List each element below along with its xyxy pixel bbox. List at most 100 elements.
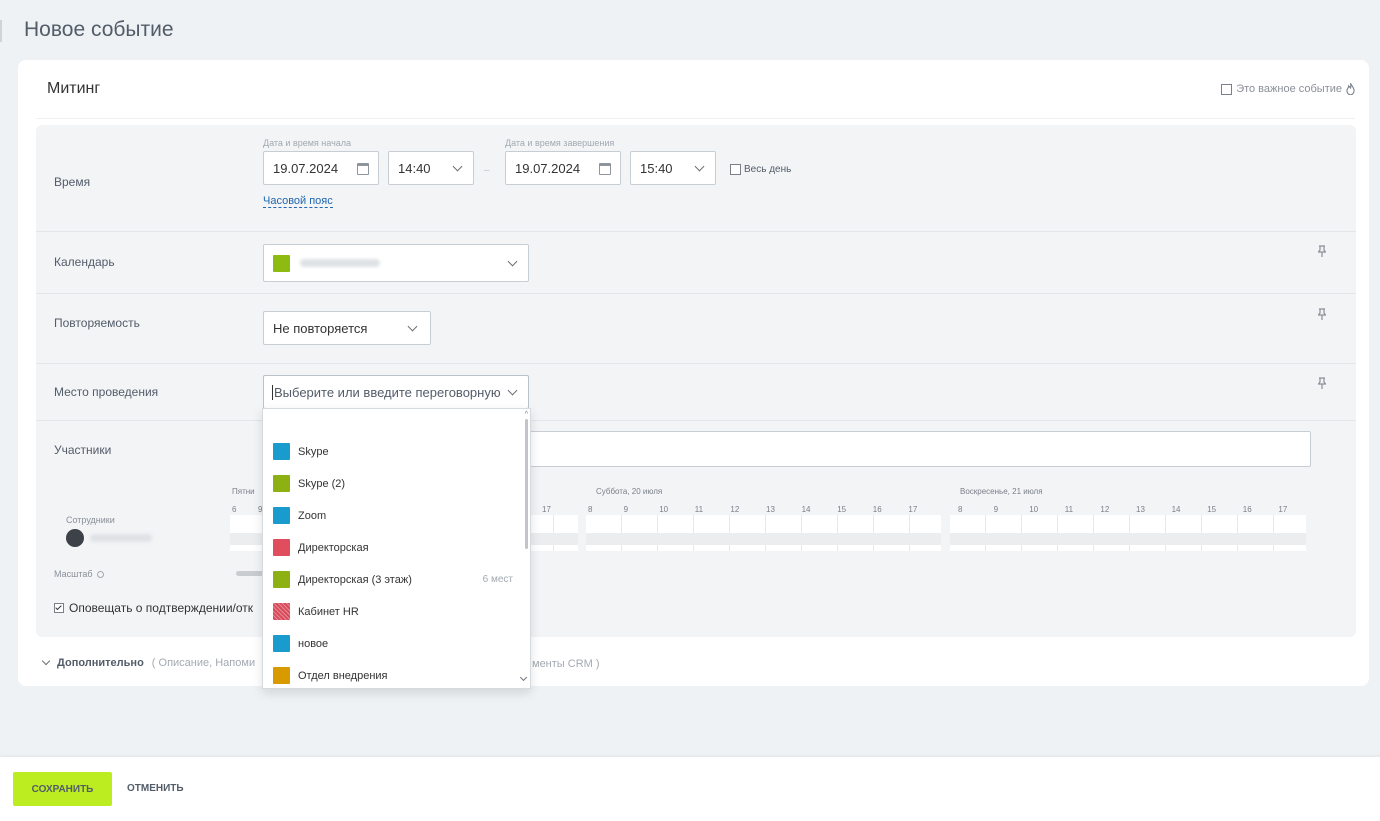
room-name: Директорская (3 этаж) xyxy=(298,573,412,586)
row-separator xyxy=(36,293,1356,294)
repeat-value: Не повторяется xyxy=(273,320,368,336)
more-details: ( Описание, Напоми xyxy=(151,657,256,669)
participant-name-blurred xyxy=(90,534,152,542)
room-color-swatch xyxy=(273,443,290,460)
location-dropdown[interactable]: ^ Skype Skype (2) Zoom Директорская Директор… xyxy=(262,408,531,689)
checkbox-icon[interactable] xyxy=(1221,83,1233,95)
notify-toggle[interactable]: Оповещать о подтверждении/отк xyxy=(54,601,253,615)
form-area: Время Дата и время начала Дата и время з… xyxy=(36,125,1356,637)
room-color-swatch xyxy=(273,475,290,492)
room-option[interactable]: Zoom xyxy=(273,507,513,524)
checkbox-icon[interactable] xyxy=(54,603,64,613)
room-option[interactable]: Skype xyxy=(273,443,513,460)
room-option[interactable]: Директорская xyxy=(273,539,513,556)
room-color-swatch xyxy=(273,667,290,684)
location-input[interactable]: Выберите или введите переговорную xyxy=(263,375,529,409)
end-date-value: 19.07.2024 xyxy=(515,160,581,176)
hour-tick: 14 xyxy=(1171,505,1181,514)
chevron-down-icon xyxy=(41,656,51,666)
hour-tick: 8 xyxy=(588,505,593,514)
pin-icon[interactable] xyxy=(1318,377,1326,389)
chevron-down-icon[interactable] xyxy=(507,385,518,396)
chevron-down-icon xyxy=(452,161,463,172)
hour-tick: 15 xyxy=(837,505,847,514)
room-name: новое xyxy=(298,637,329,650)
start-date-input[interactable]: 19.07.2024 xyxy=(263,151,379,185)
hour-tick: 13 xyxy=(1136,505,1145,514)
checkbox-icon[interactable] xyxy=(730,164,741,175)
repeat-select[interactable]: Не повторяется xyxy=(263,311,431,345)
hour-tick: 14 xyxy=(801,505,811,514)
more-section-toggle[interactable]: Дополнительно ( Описание, Напоми xyxy=(41,656,256,669)
settings-icon[interactable] xyxy=(96,570,104,578)
timeline-row xyxy=(950,533,1306,545)
pin-icon[interactable] xyxy=(1318,308,1326,320)
end-date-input[interactable]: 19.07.2024 xyxy=(505,151,621,185)
title-accent xyxy=(0,20,2,42)
more-details-tail: менты CRM ) xyxy=(532,658,600,670)
location-label: Место проведения xyxy=(54,385,159,399)
start-time-select[interactable]: 14:40 xyxy=(388,151,474,185)
scale-label: Масштаб xyxy=(54,569,93,579)
timezone-link[interactable]: Часовой пояс xyxy=(263,195,333,208)
room-option[interactable]: новое xyxy=(273,635,513,652)
flame-icon xyxy=(1346,83,1355,95)
room-name: Zoom xyxy=(298,509,327,522)
calendar-select[interactable] xyxy=(263,244,529,282)
room-name: Skype xyxy=(298,445,329,458)
participant-row[interactable] xyxy=(66,529,152,547)
save-button[interactable]: СОХРАНИТЬ xyxy=(13,772,112,806)
day-label-sat: Суббота, 20 июля xyxy=(596,487,663,496)
hour-tick: 6 xyxy=(232,505,237,514)
event-name[interactable]: Митинг xyxy=(47,80,100,98)
all-day-label: Весь день xyxy=(744,164,792,175)
calendar-icon[interactable] xyxy=(599,163,611,175)
cancel-button[interactable]: ОТМЕНИТЬ xyxy=(127,783,184,794)
row-separator xyxy=(36,363,1356,364)
start-date-value: 19.07.2024 xyxy=(273,160,339,176)
calendar-icon[interactable] xyxy=(357,163,369,175)
start-label: Дата и время начала xyxy=(263,138,352,148)
employees-label: Сотрудники xyxy=(66,515,115,525)
hour-tick: 11 xyxy=(694,505,704,514)
scrollbar[interactable] xyxy=(525,419,528,549)
room-option[interactable]: Отдел внедрения xyxy=(273,667,513,684)
day-label-sun: Воскресенье, 21 июля xyxy=(960,487,1043,496)
location-placeholder: Выберите или введите переговорную xyxy=(274,384,501,400)
chevron-down-icon xyxy=(407,321,418,332)
scroll-down-icon[interactable] xyxy=(519,673,528,682)
scale-control: Масштаб xyxy=(54,569,104,579)
end-time-select[interactable]: 15:40 xyxy=(630,151,716,185)
chevron-down-icon xyxy=(694,161,705,172)
pin-icon[interactable] xyxy=(1318,245,1326,257)
room-option[interactable]: Skype (2) xyxy=(273,475,513,492)
scroll-up-icon[interactable]: ^ xyxy=(525,411,528,418)
row-separator xyxy=(36,420,1356,421)
participants-label: Участники xyxy=(54,443,112,457)
hour-tick: 11 xyxy=(1064,505,1074,514)
calendar-label: Календарь xyxy=(54,255,115,269)
chevron-down-icon xyxy=(507,256,518,267)
important-toggle[interactable]: Это важное событие xyxy=(1221,83,1355,95)
hour-tick: 9 xyxy=(993,505,999,514)
room-capacity: 6 мест xyxy=(482,574,513,585)
hour-tick: 17 xyxy=(1278,505,1288,514)
time-dash: – xyxy=(484,165,490,176)
page-title: Новое событие xyxy=(24,18,174,41)
row-separator xyxy=(36,231,1356,232)
end-label: Дата и время завершения xyxy=(505,138,615,148)
room-option[interactable]: Директорская (3 этаж) 6 мест xyxy=(273,571,513,588)
hour-tick: 15 xyxy=(1207,505,1217,514)
room-name: Skype (2) xyxy=(298,477,346,490)
avatar xyxy=(66,529,84,547)
room-color-swatch xyxy=(273,507,290,524)
day-label-fri: Пятни xyxy=(232,487,255,496)
all-day-toggle[interactable]: Весь день xyxy=(730,164,791,175)
more-label: Дополнительно xyxy=(57,657,144,669)
repeat-label: Повторяемость xyxy=(54,316,140,330)
header-divider xyxy=(36,118,1355,119)
hour-tick: 10 xyxy=(659,505,669,514)
footer: СОХРАНИТЬ ОТМЕНИТЬ xyxy=(0,757,1380,821)
room-option[interactable]: Кабинет HR xyxy=(273,603,513,620)
calendar-color-swatch xyxy=(273,254,290,272)
